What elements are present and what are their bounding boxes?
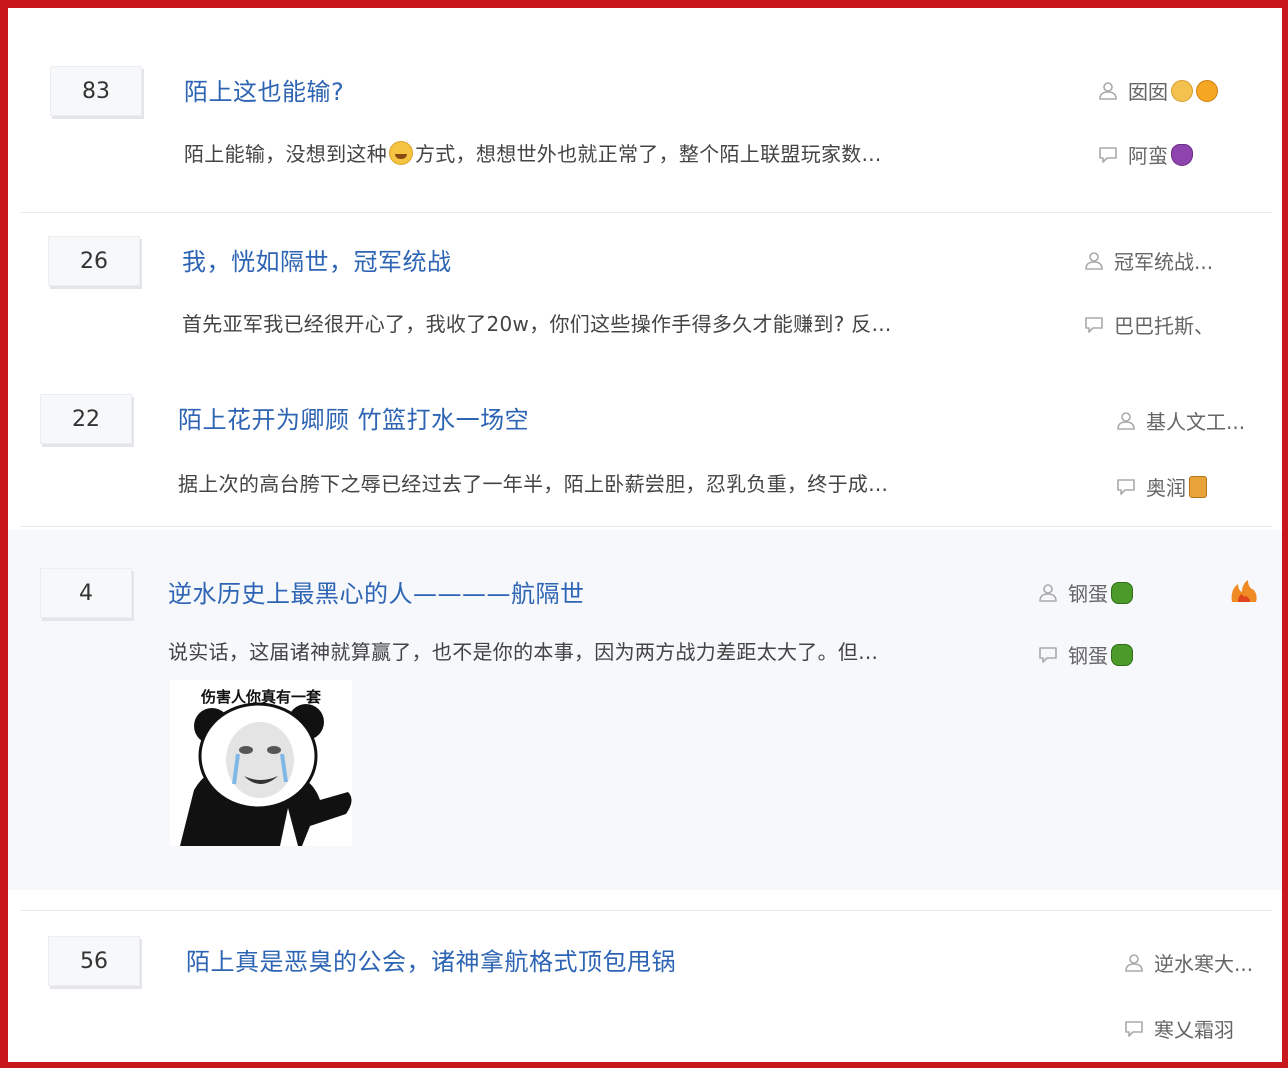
panda-meme-image: 伤害人你真有一套 [170,680,352,846]
last-reply-name: 寒乂霜羽 [1154,1018,1234,1042]
snake-badge-icon [1111,581,1133,604]
thread-title-link[interactable]: 陌上真是恶臭的公会，诸神拿航格式顶包甩锅 [186,942,676,977]
last-reply-name: 奥润 [1146,476,1186,500]
thread-excerpt: 陌上能输，没想到这种 方式，想想世外也就正常了，整个陌上联盟玩家数... [184,138,882,167]
thread-author[interactable]: 钢蛋 [1038,578,1133,607]
thread-excerpt: 首先亚军我已经很开心了，我收了20w，你们这些操作手得多久才能赚到? 反... [182,312,892,336]
last-reply-user[interactable]: 钢蛋 [1038,640,1133,669]
last-reply-user[interactable]: 奥润 [1116,472,1207,501]
thread-excerpt: 据上次的高台胯下之辱已经过去了一年半，陌上卧薪尝胆，忍乳负重，终于成... [178,472,889,496]
user-icon [1098,81,1118,101]
user-icon [1124,953,1144,973]
reply-count: 83 [50,66,142,116]
devil-badge-icon [1171,143,1193,166]
thread-item: 4 逆水历史上最黑心的人————航隔世 说实话，这届诸神就算赢了，也不是你的本事… [8,530,1282,890]
thread-title-link[interactable]: 陌上这也能输? [184,72,344,107]
flame-icon [1231,580,1257,602]
thread-title-link[interactable]: 陌上花开为卿顾 竹篮打水一场空 [178,400,529,435]
comment-icon [1098,145,1118,165]
thread-item: 22 陌上花开为卿顾 竹篮打水一场空 据上次的高台胯下之辱已经过去了一年半，陌上… [8,378,1282,524]
author-name: 逆水寒大... [1154,952,1254,976]
divider [20,526,1272,527]
badge-icon [1171,79,1193,102]
comment-icon [1116,477,1136,497]
thread-author[interactable]: 逆水寒大... [1124,948,1253,977]
reply-count: 22 [40,394,132,444]
reply-count: 56 [48,936,140,986]
divider [20,910,1272,911]
user-icon [1038,583,1058,603]
meme-caption: 伤害人你真有一套 [200,688,321,706]
reply-count: 26 [48,236,140,286]
thread-item: 26 我，恍如隔世，冠军统战 首先亚军我已经很开心了，我收了20w，你们这些操作… [8,218,1282,368]
excerpt-text: 方式，想想世外也就正常了，整个陌上联盟玩家数... [415,142,882,166]
last-reply-user[interactable]: 巴巴托斯、 [1084,310,1214,339]
user-icon [1084,251,1104,271]
author-name: 基人文工... [1146,410,1246,434]
author-name: 钢蛋 [1068,582,1108,606]
comment-icon [1084,315,1104,335]
comment-icon [1124,1019,1144,1039]
last-reply-user[interactable]: 阿蛮 [1098,140,1193,169]
beer-badge-icon [1189,475,1207,498]
comment-icon [1038,645,1058,665]
excerpt-text: 陌上能输，没想到这种 [184,142,387,166]
badge-icon [1196,79,1218,102]
last-reply-name: 钢蛋 [1068,644,1108,668]
thread-author[interactable]: 冠军统战... [1084,246,1213,275]
thread-title-link[interactable]: 我，恍如隔世，冠军统战 [182,242,452,277]
thread-excerpt: 说实话，这届诸神就算赢了，也不是你的本事，因为两方战力差距太大了。但... [168,640,879,664]
last-reply-user[interactable]: 寒乂霜羽 [1124,1014,1234,1043]
thread-item: 83 陌上这也能输? 陌上能输，没想到这种 方式，想想世外也就正常了，整个陌上联盟… [8,48,1282,208]
last-reply-name: 巴巴托斯、 [1114,314,1214,338]
last-reply-name: 阿蛮 [1128,144,1168,168]
author-name: 囡囡 [1128,80,1168,104]
laughing-emoji-icon [389,141,413,165]
snake-badge-icon [1111,643,1133,666]
thread-item: 56 陌上真是恶臭的公会，诸神拿航格式顶包甩锅 逆水寒大... 寒乂霜羽 [8,918,1282,1062]
author-name: 冠军统战... [1114,250,1214,274]
divider [20,212,1272,213]
reply-count: 4 [40,568,132,618]
thread-author[interactable]: 基人文工... [1116,406,1245,435]
thread-list: 83 陌上这也能输? 陌上能输，没想到这种 方式，想想世外也就正常了，整个陌上联盟… [0,0,1288,1068]
user-icon [1116,411,1136,431]
thread-title-link[interactable]: 逆水历史上最黑心的人————航隔世 [168,574,585,609]
thread-author[interactable]: 囡囡 [1098,76,1218,105]
